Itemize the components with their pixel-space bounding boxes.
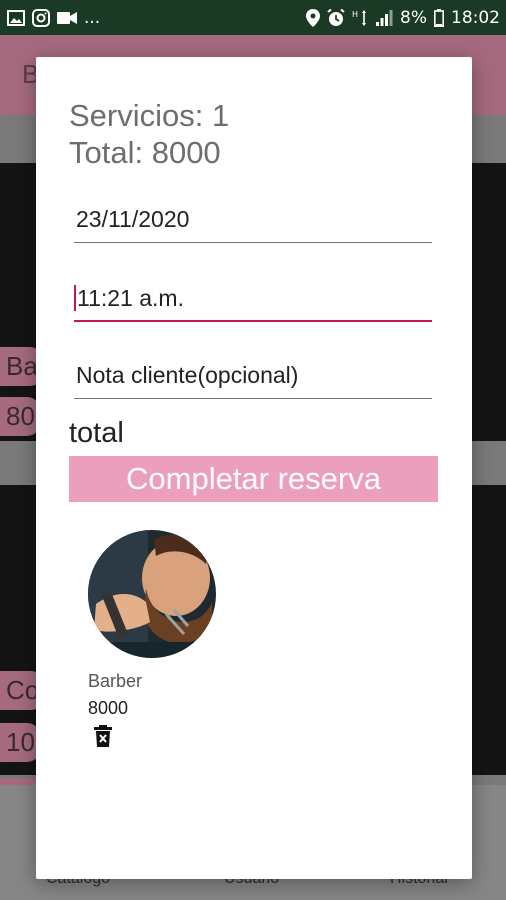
complete-reservation-button[interactable]: Completar reserva (69, 456, 438, 502)
status-right: H 8% 18:02 (306, 8, 500, 28)
signal-icon (375, 9, 393, 27)
total-label: total (69, 417, 124, 449)
service-name: Barber (88, 671, 143, 691)
reservation-dialog: Servicios: 1 Total: 8000 23/11/2020 11:2… (36, 57, 472, 879)
reservation-summary: Servicios: 1 Total: 8000 (69, 97, 229, 171)
date-field[interactable]: 23/11/2020 (74, 197, 432, 243)
delete-service-icon[interactable] (94, 725, 118, 751)
service-image (88, 530, 216, 658)
svg-text:H: H (352, 10, 358, 19)
services-count: Servicios: 1 (69, 98, 230, 133)
data-icon: H (352, 9, 368, 27)
time-field[interactable]: 11:21 a.m. (74, 276, 432, 322)
gallery-icon (7, 9, 25, 26)
battery-percent: 8% (400, 7, 427, 28)
status-more: ... (84, 7, 101, 28)
status-left: ... (7, 8, 100, 28)
battery-icon (434, 8, 444, 27)
background-card-price: 80 (0, 397, 41, 436)
status-time: 18:02 (451, 7, 500, 28)
instagram-icon (32, 8, 50, 27)
date-value: 23/11/2020 (76, 206, 190, 232)
location-icon (306, 8, 321, 27)
service-price: 8000 (88, 698, 129, 718)
video-icon (57, 11, 77, 25)
time-value: 11:21 a.m. (74, 285, 184, 311)
note-placeholder: Nota cliente(opcional) (76, 362, 299, 388)
note-field[interactable]: Nota cliente(opcional) (74, 353, 432, 399)
status-bar: ... H 8% 18:02 (0, 0, 506, 35)
service-item: Barber 8000 (88, 530, 218, 751)
alarm-icon (327, 8, 345, 27)
total-amount: Total: 8000 (69, 135, 221, 170)
background-card-price-2: 10 (0, 723, 41, 762)
